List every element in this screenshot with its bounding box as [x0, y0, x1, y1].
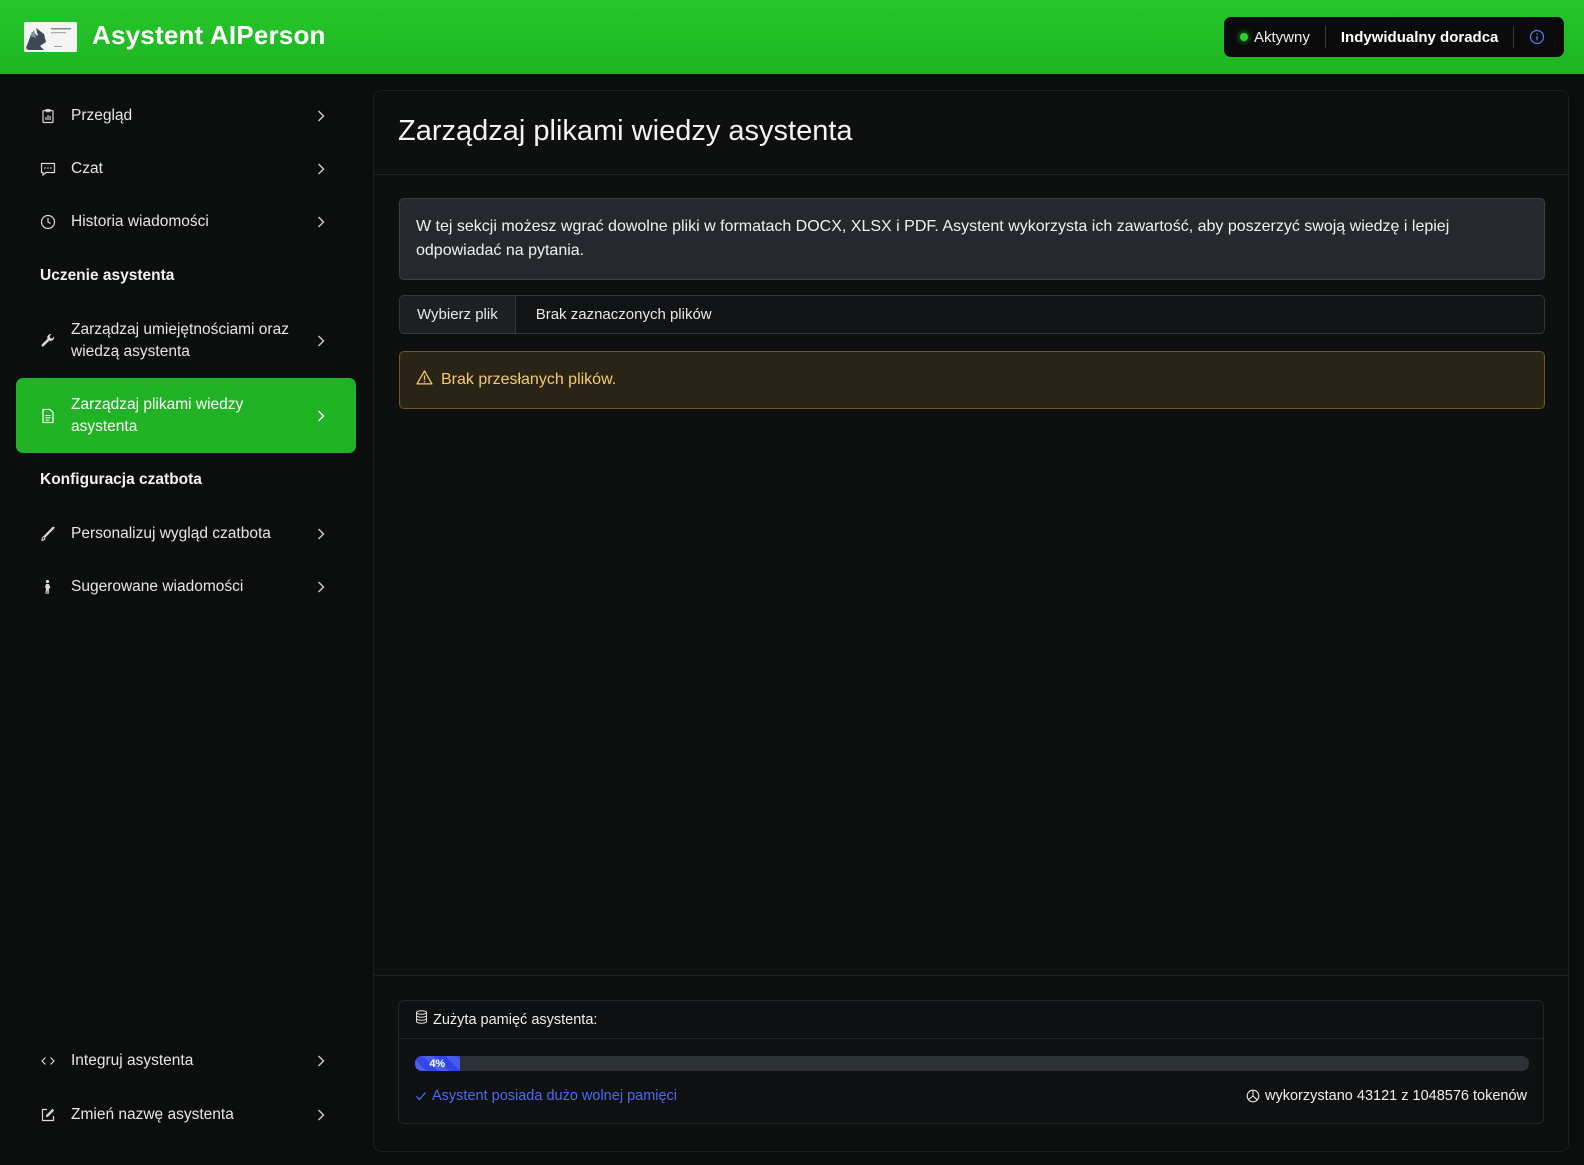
memory-progress-bar: 4%: [415, 1056, 1529, 1071]
sidebar-item-label: Zmień nazwę asystenta: [71, 1106, 234, 1123]
pie-chart-icon: [1246, 1089, 1260, 1103]
sidebar-item-integrate[interactable]: Integruj asystenta: [16, 1035, 356, 1087]
sidebar-item-label: Zarządzaj plikami wiedzy asystenta: [71, 395, 244, 435]
sidebar-item-label: Sugerowane wiadomości: [71, 578, 244, 595]
clock-icon: [40, 214, 56, 230]
memory-ok-message: Asystent posiada dużo wolnej pamięci: [415, 1088, 677, 1104]
info-box: W tej sekcji możesz wgrać dowolne pliki …: [399, 198, 1545, 280]
memory-ok-text: Asystent posiada dużo wolnej pamięci: [432, 1088, 678, 1104]
choose-file-button[interactable]: Wybierz plik: [400, 296, 516, 333]
chevron-right-icon: [314, 109, 328, 123]
chevron-right-icon: [314, 527, 328, 541]
app-title: Asystent AIPerson: [92, 20, 326, 50]
status-text: Aktywny: [1254, 28, 1310, 46]
chevron-right-icon: [314, 334, 328, 348]
sidebar-item-historia[interactable]: Historia wiadomości: [16, 196, 356, 248]
brush-icon: [40, 526, 56, 542]
file-text-icon: [40, 408, 56, 424]
sidebar-item-label: Czat: [71, 160, 103, 177]
sidebar-item-label: Integruj asystenta: [71, 1052, 194, 1069]
status-pill: Aktywny Indywidualny doradca: [1224, 17, 1564, 57]
edit-square-icon: [40, 1107, 56, 1123]
sidebar-item-label: Personalizuj wygląd czatbota: [71, 525, 271, 542]
status-dot-icon: [1240, 33, 1248, 41]
code-icon: [40, 1053, 56, 1069]
sidebar: Przegląd Czat Historia wiadomości Uczeni…: [16, 90, 356, 1165]
info-icon[interactable]: [1529, 29, 1545, 45]
check-icon: [416, 1092, 426, 1101]
sidebar-item-czat[interactable]: Czat: [16, 143, 356, 195]
main-header: Zarządzaj plikami wiedzy asystenta: [374, 91, 1568, 175]
memory-usage: wykorzystano 43121 z 1048576 tokenów: [1246, 1088, 1527, 1104]
memory-title: Zużyta pamięć asystenta:: [433, 1011, 598, 1028]
sidebar-item-przeglad[interactable]: Przegląd: [16, 90, 356, 142]
sidebar-item-label: Zarządzaj umiejętnościami oraz wiedzą as…: [71, 321, 289, 360]
memory-card: Zużyta pamięć asystenta: 4% Asystent pos…: [398, 1000, 1544, 1124]
wrench-icon: [40, 333, 56, 349]
memory-footer: Zużyta pamięć asystenta: 4% Asystent pos…: [374, 975, 1568, 1153]
file-input-status: Brak zaznaczonych plików: [535, 306, 712, 323]
section-heading-config: Konfiguracja czatbota: [40, 471, 202, 488]
clipboard-chart-icon: [40, 108, 56, 124]
divider: [1513, 26, 1515, 48]
file-upload-input[interactable]: Wybierz plik Brak zaznaczonych plików: [399, 295, 1545, 334]
chevron-right-icon: [314, 1108, 328, 1122]
sidebar-item-personalize[interactable]: Personalizuj wygląd czatbota: [16, 508, 356, 560]
warning-text: Brak przesłanych plików.: [441, 371, 617, 388]
no-files-warning: Brak przesłanych plików.: [399, 351, 1545, 409]
chevron-right-icon: [314, 580, 328, 594]
page-title: Zarządzaj plikami wiedzy asystenta: [398, 115, 853, 147]
sidebar-item-label: Historia wiadomości: [71, 213, 209, 230]
sidebar-item-label: Przegląd: [71, 107, 133, 124]
plan-label: Indywidualny doradca: [1340, 28, 1499, 46]
chevron-right-icon: [314, 1054, 328, 1068]
main-panel: Zarządzaj plikami wiedzy asystenta W tej…: [373, 90, 1569, 1152]
chat-bubble-icon: [40, 161, 56, 177]
sidebar-item-suggested[interactable]: Sugerowane wiadomości: [16, 561, 356, 613]
top-bar: Asystent AIPerson Aktywny Indywidualny d…: [0, 0, 1584, 74]
sidebar-item-knowledge-files[interactable]: Zarządzaj plikami wiedzy asystenta: [16, 378, 356, 453]
chevron-right-icon: [314, 215, 328, 229]
sidebar-item-skills[interactable]: Zarządzaj umiejętnościami oraz wiedzą as…: [16, 304, 356, 378]
app-logo[interactable]: [24, 22, 77, 52]
memory-progress-fill: 4%: [415, 1056, 460, 1071]
warning-triangle-icon: [416, 369, 433, 391]
chevron-right-icon: [314, 162, 328, 176]
divider: [1324, 26, 1326, 48]
section-heading-training: Uczenie asystenta: [40, 267, 175, 284]
sidebar-item-rename[interactable]: Zmień nazwę asystenta: [16, 1089, 356, 1141]
person-icon: [40, 579, 56, 595]
database-icon: [415, 1010, 428, 1029]
memory-usage-text: wykorzystano 43121 z 1048576 tokenów: [1265, 1088, 1527, 1104]
chevron-right-icon: [314, 409, 328, 423]
memory-card-header: Zużyta pamięć asystenta:: [399, 1001, 1543, 1039]
